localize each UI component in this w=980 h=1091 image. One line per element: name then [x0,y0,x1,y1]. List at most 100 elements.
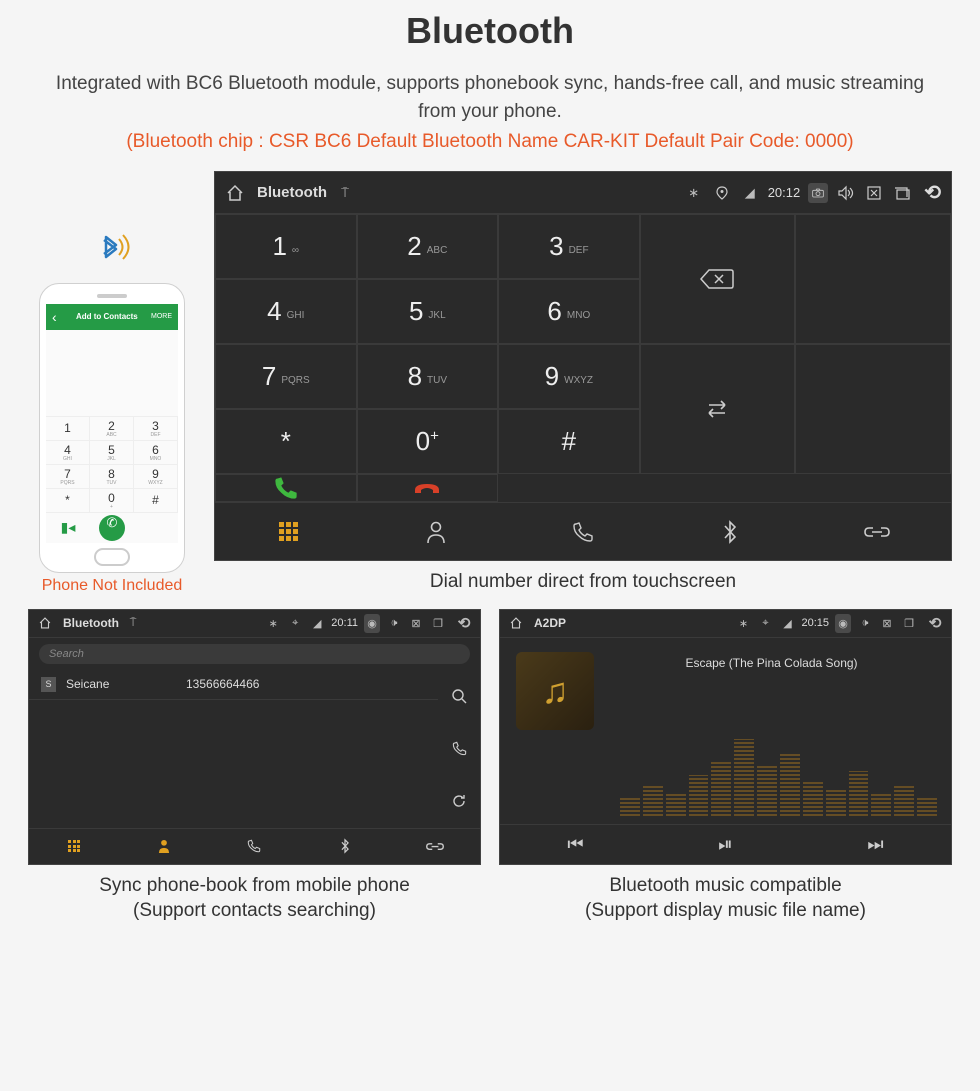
home-icon[interactable] [37,616,53,630]
page-specs: (Bluetooth chip : CSR BC6 Default Blueto… [40,131,940,153]
volume-icon[interactable] [836,185,856,201]
phone-key-5: 5JKL [90,441,134,465]
bluetooth-status-icon: ∗ [735,617,751,630]
equalizer-icon [620,726,937,816]
recent-apps-icon[interactable]: ❐ [430,617,446,630]
keypad: 1∞2ABC3DEF 4GHI5JKL6MNO 7PQRS8TUV9WXYZ *0+# [215,214,951,502]
volume-icon[interactable]: 🕩 [857,617,873,630]
nav-keypad[interactable] [29,829,119,864]
home-icon[interactable] [225,183,245,203]
nav-link[interactable] [390,829,480,864]
nav-link[interactable] [804,503,951,560]
page-description: Integrated with BC6 Bluetooth module, su… [40,70,940,125]
phone-key-0: 0+ [90,489,134,513]
nav-keypad[interactable] [215,503,362,560]
nav-call-log[interactable] [509,503,656,560]
contact-name: Seicane [66,677,186,691]
contact-row[interactable]: S Seicane 13566664466 [29,670,438,700]
back-icon[interactable]: ⟲ [924,180,941,205]
phone-key-3: 3DEF [134,417,178,441]
back-icon[interactable]: ⟲ [456,614,472,632]
key-#[interactable]: # [498,409,640,474]
camera-icon[interactable]: ◉ [835,614,851,633]
recent-apps-icon[interactable] [892,186,912,200]
music-body: ♫ Escape (The Pina Colada Song) [500,638,951,824]
key-3[interactable]: 3DEF [498,214,640,279]
nav-call-log[interactable] [209,829,299,864]
call-icon[interactable] [452,729,467,769]
key-8[interactable]: 8TUV [357,344,499,409]
status-title: Bluetooth [63,616,119,630]
key-2[interactable]: 2ABC [357,214,499,279]
camera-icon[interactable]: ◉ [364,614,380,633]
close-icon[interactable]: ⊠ [408,617,424,630]
home-button [94,548,130,566]
nav-contacts[interactable] [119,829,209,864]
clock: 20:15 [801,617,829,629]
phone-key-1: 1 [46,417,90,441]
key-5[interactable]: 5JKL [357,279,499,344]
camera-icon[interactable] [808,183,828,203]
music-caption: Bluetooth music compatible(Support displ… [499,873,952,924]
phone-not-included-label: Phone Not Included [28,577,196,595]
swap-button[interactable] [640,344,796,474]
usb-icon: ⍑ [335,185,355,201]
bottom-nav [29,828,480,864]
key-1[interactable]: 1∞ [215,214,357,279]
wifi-icon: ◢ [309,617,325,630]
key-*[interactable]: * [215,409,357,474]
phone-mockup: ‹ Add to Contacts MORE 12ABC3DEF4GHI5JKL… [39,283,185,573]
phone-key-8: 8TUV [90,465,134,489]
dialer-screen: Bluetooth ⍑ ∗ ◢ 20:12 ⟲ 1∞2ABC3DEF 4GHI5J… [214,171,952,561]
nav-contacts[interactable] [362,503,509,560]
key-4[interactable]: 4GHI [215,279,357,344]
key-7[interactable]: 7PQRS [215,344,357,409]
key-9[interactable]: 9WXYZ [498,344,640,409]
play-pause-button[interactable]: ⏯ [704,828,746,861]
home-icon[interactable] [508,616,524,630]
back-icon[interactable]: ⟲ [927,614,943,632]
phonebook-screen: Bluetooth ⍑ ∗ ⌖ ◢ 20:11 ◉ 🕩 ⊠ ❐ ⟲ Search… [28,609,481,865]
music-note-icon: ♫ [542,670,569,712]
phone-key-*: * [46,489,90,513]
previous-button[interactable]: ⏮ [553,828,597,861]
status-bar: Bluetooth ⍑ ∗ ◢ 20:12 ⟲ [215,172,951,214]
nav-bluetooth[interactable] [657,503,804,560]
page-title: Bluetooth [40,10,940,52]
phone-key-6: 6MNO [134,441,178,465]
empty-cell [795,344,951,474]
contact-badge: S [41,677,56,692]
next-button[interactable]: ⏭ [853,828,897,861]
phone-key-#: # [134,489,178,513]
refresh-icon[interactable] [451,781,467,821]
volume-icon[interactable]: 🕩 [386,617,402,630]
phone-key-4: 4GHI [46,441,90,465]
key-0[interactable]: 0+ [357,409,499,474]
album-art: ♫ [516,652,594,730]
close-icon[interactable]: ⊠ [879,617,895,630]
key-6[interactable]: 6MNO [498,279,640,344]
status-title: A2DP [534,616,566,630]
nav-bluetooth[interactable] [300,829,390,864]
player-controls: ⏮ ⏯ ⏭ [500,824,951,864]
empty-cell [795,214,951,344]
back-chevron-icon: ‹ [52,309,57,325]
search-input[interactable]: Search [39,644,470,664]
bottom-nav [215,502,951,560]
music-screen: A2DP ∗ ⌖ ◢ 20:15 ◉ 🕩 ⊠ ❐ ⟲ ♫ Escape (The… [499,609,952,865]
status-title: Bluetooth [257,184,327,201]
add-contacts-label: Add to Contacts [63,312,151,321]
phone-key-9: 9WXYZ [134,465,178,489]
recent-apps-icon[interactable]: ❐ [901,617,917,630]
search-icon[interactable] [451,676,467,716]
bluetooth-status-icon: ∗ [684,185,704,201]
backspace-button[interactable] [640,214,796,344]
hangup-button[interactable] [357,474,499,502]
phone-key-2: 2ABC [90,417,134,441]
wifi-icon: ◢ [740,185,760,201]
call-button[interactable] [215,474,357,502]
wifi-icon: ◢ [779,617,795,630]
dialer-caption: Dial number direct from touchscreen [214,569,952,595]
video-call-icon: ▮◂ [46,513,90,543]
close-icon[interactable] [864,185,884,201]
